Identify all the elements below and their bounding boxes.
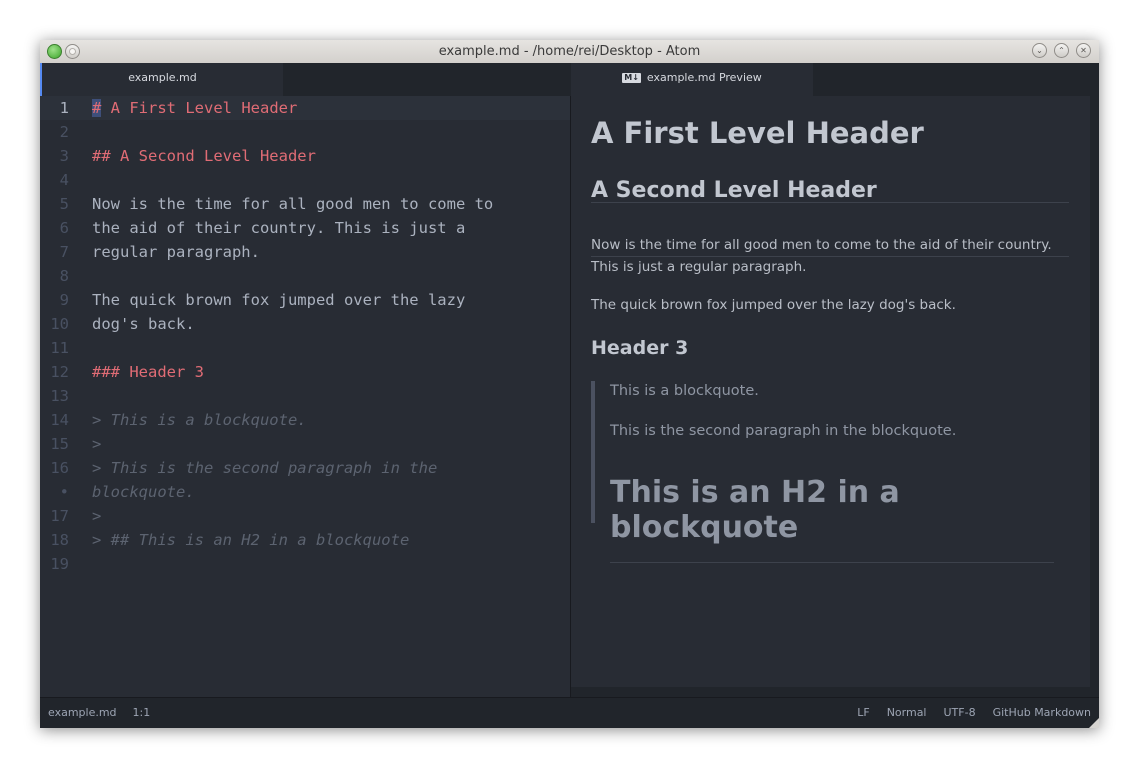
line-number: 7 xyxy=(59,243,69,261)
preview-h2: A Second Level Header xyxy=(591,178,877,203)
line-number: 18 xyxy=(50,531,69,549)
line-number: 4 xyxy=(59,171,69,189)
line-number: 8 xyxy=(59,267,69,285)
tab-example-md-preview[interactable]: M↓ example.md Preview xyxy=(571,63,813,96)
title-bar[interactable]: example.md - /home/rei/Desktop - Atom ⌄ ⌃… xyxy=(40,40,1099,64)
preview-h1: A First Level Header xyxy=(591,116,924,150)
line-text: blockquote. xyxy=(92,483,195,501)
line-text: # A First Level Header xyxy=(92,99,298,117)
line-number: 9 xyxy=(59,291,69,309)
editor-line[interactable]: 10 dog's back. xyxy=(40,312,570,336)
line-number: 11 xyxy=(50,339,69,357)
line-text: the aid of their country. This is just a xyxy=(92,219,466,237)
line-number: 15 xyxy=(50,435,69,453)
window-title: example.md - /home/rei/Desktop - Atom xyxy=(438,44,701,59)
line-number: 1 xyxy=(59,99,69,117)
editor-line[interactable]: 14 > This is a blockquote. xyxy=(40,408,570,432)
line-number: 12 xyxy=(50,363,69,381)
line-text: > ## This is an H2 in a blockquote xyxy=(92,531,410,549)
maximize-button[interactable]: ⌃ xyxy=(1054,43,1069,58)
status-bar: example.md 1:1 LF Normal UTF-8 GitHub Markdo… xyxy=(40,697,1099,728)
editor-line[interactable]: 5 Now is the time for all good men to com… xyxy=(40,192,570,216)
line-number: 3 xyxy=(59,147,69,165)
status-mode[interactable]: Normal xyxy=(887,706,927,719)
editor-line[interactable]: 9 The quick brown fox jumped over the laz… xyxy=(40,288,570,312)
editor-line[interactable]: 18 > ## This is an H2 in a blockquote xyxy=(40,528,570,552)
editor-line[interactable]: 19 xyxy=(40,552,570,576)
line-number: 17 xyxy=(50,507,69,525)
editor-line[interactable]: 2 xyxy=(40,120,570,144)
preview-scrollbar[interactable] xyxy=(1090,96,1099,687)
blockquote-h2-rule xyxy=(610,562,1054,563)
text-editor[interactable]: 1 # A First Level Header 2 3 ## A Second Lev… xyxy=(40,96,570,697)
status-grammar[interactable]: GitHub Markdown xyxy=(993,706,1091,719)
editor-line[interactable]: 17 > xyxy=(40,504,570,528)
line-number: 16 xyxy=(50,459,69,477)
window-controls: ⌄ ⌃ ✕ xyxy=(1025,43,1091,62)
preview-h3: Header 3 xyxy=(591,337,689,359)
markdown-preview[interactable]: A First Level Header A Second Level Head… xyxy=(571,96,1090,687)
line-number: 19 xyxy=(50,555,69,573)
editor-line[interactable]: 16 > This is the second paragraph in the xyxy=(40,456,570,480)
line-number: • xyxy=(59,483,69,501)
cursor: # xyxy=(92,99,102,117)
blockquote-bar xyxy=(591,381,595,523)
status-encoding[interactable]: UTF-8 xyxy=(944,706,976,719)
minimize-button[interactable]: ⌄ xyxy=(1032,43,1047,58)
editor-line[interactable]: 12 ### Header 3 xyxy=(40,360,570,384)
line-number: 6 xyxy=(59,219,69,237)
resize-grip[interactable] xyxy=(1089,718,1099,728)
line-text: > xyxy=(92,435,102,453)
preview-bottom-bar xyxy=(571,687,1099,697)
editor-line[interactable]: 8 xyxy=(40,264,570,288)
line-text: The quick brown fox jumped over the lazy xyxy=(92,291,466,309)
close-button[interactable]: ✕ xyxy=(1076,43,1091,58)
markdown-icon: M↓ xyxy=(622,73,641,83)
atom-window: example.md - /home/rei/Desktop - Atom ⌄ ⌃… xyxy=(40,40,1099,728)
tab-bar: example.md M↓ example.md Preview xyxy=(40,63,1099,96)
blockquote-paragraph-2: This is the second paragraph in the bloc… xyxy=(610,423,957,439)
editor-line[interactable]: 6 the aid of their country. This is just … xyxy=(40,216,570,240)
status-line-ending[interactable]: LF xyxy=(857,706,869,719)
editor-line[interactable]: 3 ## A Second Level Header xyxy=(40,144,570,168)
line-text: ### Header 3 xyxy=(92,363,204,381)
line-number: 13 xyxy=(50,387,69,405)
preview-paragraph-1: Now is the time for all good men to come… xyxy=(591,237,1052,275)
line-text: > This is the second paragraph in the xyxy=(92,459,438,477)
tab-example-md[interactable]: example.md xyxy=(40,63,283,96)
editor-line[interactable]: • blockquote. xyxy=(40,480,570,504)
line-text: Now is the time for all good men to come… xyxy=(92,195,494,213)
editor-line[interactable]: 15 > xyxy=(40,432,570,456)
editor-line[interactable]: 7 regular paragraph. xyxy=(40,240,570,264)
editor-line[interactable]: 1 # A First Level Header xyxy=(40,96,570,120)
line-number: 14 xyxy=(50,411,69,429)
line-number: 2 xyxy=(59,123,69,141)
tab-label: example.md Preview xyxy=(646,71,762,84)
blockquote-h2: This is an H2 in a blockquote xyxy=(610,475,900,545)
editor-line[interactable]: 11 xyxy=(40,336,570,360)
blockquote-paragraph-1: This is a blockquote. xyxy=(610,383,759,399)
line-number: 5 xyxy=(59,195,69,213)
line-text: dog's back. xyxy=(92,315,195,333)
preview-paragraph-2: The quick brown fox jumped over the lazy… xyxy=(591,297,956,313)
line-text: > xyxy=(92,507,102,525)
editor-line[interactable]: 13 xyxy=(40,384,570,408)
status-cursor-position[interactable]: 1:1 xyxy=(133,706,151,719)
tab-label: example.md xyxy=(128,71,197,84)
line-number: 10 xyxy=(50,315,69,333)
status-file-name[interactable]: example.md xyxy=(48,706,117,719)
editor-line[interactable]: 4 xyxy=(40,168,570,192)
line-text: ## A Second Level Header xyxy=(92,147,316,165)
line-text: regular paragraph. xyxy=(92,243,260,261)
line-text: > This is a blockquote. xyxy=(92,411,307,429)
